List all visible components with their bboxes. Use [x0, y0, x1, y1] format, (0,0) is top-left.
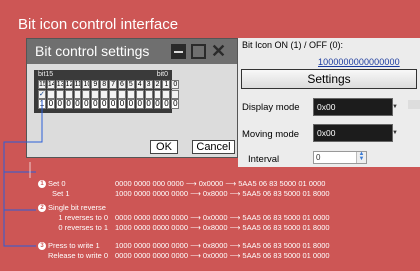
connector-2 — [3, 172, 36, 211]
number-1-icon: 1 — [38, 180, 46, 189]
set1-label: Set 1 — [52, 189, 70, 198]
mapping-reverse-to-1: 1000 0000 0000 0000 ⟶ 0x8000 ⟶ 5AA5 06 8… — [115, 223, 330, 232]
press-to-write-label: Press to write 1 — [48, 241, 100, 250]
mapping-press: 1000 0000 0000 0000 ⟶ 0x8000 ⟶ 5AA5 06 8… — [115, 241, 330, 250]
reverse-to-1-label: 0 reverses to 1 — [58, 223, 108, 232]
reverse-to-0-label: 1 reverses to 0 — [58, 213, 108, 222]
mapping-set0: 0000 0000 000 0000 ⟶ 0x0000 ⟶ 5AA5 06 83… — [115, 179, 326, 188]
set0-label: Set 0 — [48, 179, 66, 188]
mapping-release: 0000 0000 0000 0000 ⟶ 0x0000 ⟶ 5AA5 06 8… — [115, 251, 330, 260]
mapping-reverse-to-0: 0000 0000 0000 0000 ⟶ 0x0000 ⟶ 5AA5 06 8… — [115, 213, 330, 222]
annot-set0: 1 Set 0 — [38, 179, 66, 189]
connector-1 — [3, 122, 43, 173]
release-to-write-label: Release to write 0 — [47, 251, 108, 260]
single-bit-reverse-label: Single bit reverse — [48, 203, 106, 212]
number-2-icon: 2 — [38, 204, 46, 213]
annot-press: 3 Press to write 1 — [38, 241, 100, 251]
mapping-set1: 1000 0000 0000 0000 ⟶ 0x8000 ⟶ 5AA5 06 8… — [115, 189, 330, 198]
annot-single-bit: 2 Single bit reverse — [38, 203, 106, 213]
number-3-icon: 3 — [38, 242, 46, 251]
